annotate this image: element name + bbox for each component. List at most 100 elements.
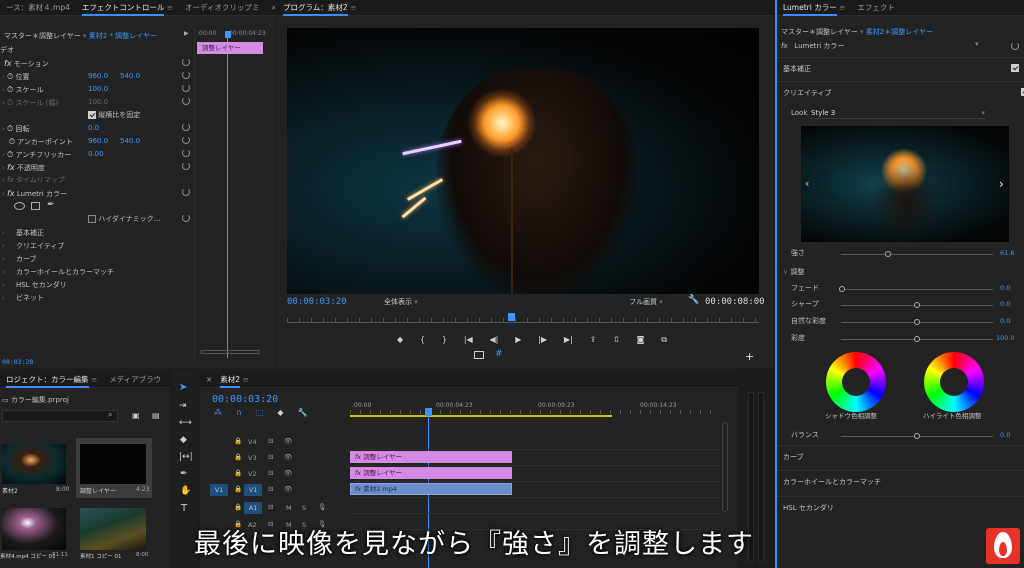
go-to-in-icon[interactable]: |◀ <box>464 335 473 347</box>
scrubber-playhead[interactable] <box>508 313 515 321</box>
quality-dropdown[interactable]: フル画質 ▾ <box>629 297 663 307</box>
export-frame-icon[interactable]: ◙ <box>637 335 645 347</box>
tab-source[interactable]: ース：素材４.mp4 <box>0 0 76 16</box>
sync-lock-icon[interactable]: ⊟ <box>268 485 273 493</box>
saturation-value[interactable]: 100.0 <box>996 332 1015 345</box>
balance-knob[interactable] <box>914 433 920 439</box>
track-name-a1[interactable]: A1 <box>244 502 262 514</box>
clip-adjustment-layer-v3[interactable]: fx 調整レイヤー <box>350 451 512 463</box>
play-icon[interactable]: ▶ <box>515 335 521 347</box>
eye-icon[interactable]: 👁 <box>284 469 292 477</box>
uniform-scale-checkbox[interactable] <box>88 111 96 119</box>
project-item[interactable]: 調整レイヤー 4:23 <box>76 438 152 498</box>
mini-playhead-marker[interactable] <box>225 31 231 38</box>
add-button-icon[interactable]: + <box>745 350 754 363</box>
work-area-bar[interactable] <box>350 415 612 417</box>
fade-value[interactable]: 0.0 <box>1000 282 1010 295</box>
go-to-out-icon[interactable]: ▶| <box>564 335 573 347</box>
reset-icon[interactable] <box>182 58 190 66</box>
eye-icon[interactable]: 👁 <box>284 485 292 493</box>
slip-tool-icon[interactable]: |↔| <box>179 452 193 462</box>
mark-in-icon[interactable]: { <box>420 335 425 347</box>
lumetri-row[interactable]: › fx Lumetri カラー <box>2 187 67 200</box>
lock-icon[interactable]: 🔒 <box>234 503 242 511</box>
lumetri-clip-selector[interactable]: マスター＊調整レイヤー ▾ 素材2＊調整レイヤー <box>781 26 933 39</box>
sync-lock-icon[interactable]: ⊟ <box>268 453 273 461</box>
position-x[interactable]: 960.0 <box>88 70 108 83</box>
program-timecode[interactable]: 00:00:03:20 <box>287 297 347 307</box>
reset-icon[interactable] <box>1011 42 1019 50</box>
saturation-slider[interactable] <box>841 336 993 342</box>
step-forward-icon[interactable]: |▶ <box>538 335 547 347</box>
source-patch-v1[interactable]: V1 <box>210 484 228 496</box>
track-name-v2[interactable]: V2 <box>248 470 257 478</box>
reset-icon[interactable] <box>182 97 190 105</box>
basic-correction-section[interactable]: 基本補正 <box>777 57 1024 79</box>
stopwatch-icon[interactable]: ⏱ <box>7 70 13 83</box>
snap-icon[interactable]: # <box>495 349 503 359</box>
scale-row[interactable]: › ⏱ スケール <box>2 83 44 96</box>
master-clip-label[interactable]: マスター＊調整レイヤー <box>4 32 81 40</box>
curves-section[interactable]: カーブ <box>777 445 1024 467</box>
mini-adjustment-layer-clip[interactable]: 調整レイヤー <box>197 42 263 54</box>
lock-icon[interactable]: 🔒 <box>234 469 242 477</box>
eye-icon[interactable]: 👁 <box>284 437 292 445</box>
pen-mask-icon[interactable]: ✒ <box>47 200 55 210</box>
sharpen-slider[interactable] <box>841 302 993 308</box>
sharpen-value[interactable]: 0.0 <box>1000 298 1010 311</box>
track-select-tool-icon[interactable]: ⇥ <box>179 401 187 411</box>
stopwatch-icon[interactable]: ⏱ <box>7 83 13 96</box>
lock-icon[interactable]: 🔒 <box>234 485 242 493</box>
look-prev-icon[interactable]: ‹ <box>805 177 809 190</box>
lock-icon[interactable]: 🔒 <box>234 453 242 461</box>
look-preview[interactable] <box>801 126 1009 242</box>
track-name-v4[interactable]: V4 <box>248 438 257 446</box>
solo-button[interactable]: S <box>302 504 306 512</box>
project-item[interactable]: 素材2 8:00 <box>0 438 70 498</box>
add-marker-icon[interactable]: ◆ <box>397 335 403 347</box>
basic-correction-checkbox[interactable] <box>1011 64 1019 72</box>
motion-row[interactable]: fx モーション <box>4 57 49 70</box>
reset-icon[interactable] <box>182 123 190 131</box>
clip-video-v1[interactable]: fx 素材2.mp4 <box>350 483 512 495</box>
project-item[interactable]: 素材1 コピー 01 8:00 <box>76 504 152 564</box>
reset-icon[interactable] <box>182 162 190 170</box>
program-video-frame[interactable] <box>287 28 759 294</box>
microphone-icon[interactable]: 🎙 <box>318 503 326 511</box>
tab-project[interactable]: ロジェクト：カラー編集 ≡ <box>0 372 103 388</box>
timeline-ruler[interactable]: :00:00 00:00:04:23 00:00:09:23 00:00:14:… <box>350 400 720 418</box>
rectangle-mask-icon[interactable] <box>31 202 40 210</box>
look-dropdown[interactable]: Style 3 ▾ <box>811 107 985 119</box>
mute-button[interactable]: M <box>286 504 292 512</box>
antiflicker-value[interactable]: 0.00 <box>88 148 104 161</box>
look-next-icon[interactable]: › <box>999 177 1004 191</box>
fit-dropdown[interactable]: 全体表示 ▾ <box>384 297 418 307</box>
stopwatch-icon[interactable]: ⏱ <box>7 148 13 161</box>
settings-icon[interactable]: 🔧 <box>298 408 308 418</box>
intensity-slider[interactable] <box>841 251 993 257</box>
reset-icon[interactable] <box>182 214 190 222</box>
hdr-row[interactable]: ハイダイナミック... <box>88 213 160 226</box>
razor-tool-icon[interactable]: ◆ <box>180 435 187 445</box>
reset-icon[interactable] <box>182 188 190 196</box>
reset-icon[interactable] <box>182 149 190 157</box>
new-item-icon[interactable]: ▤ <box>152 411 160 420</box>
uniform-scale-row[interactable]: 縦横比を固定 <box>88 109 140 122</box>
basic-correction-row[interactable]: › 基本補正 <box>2 227 44 240</box>
stopwatch-icon[interactable]: ⏱ <box>9 135 15 148</box>
magnet-snap-icon[interactable]: ∩ <box>236 408 242 418</box>
lift-icon[interactable]: ⇪ <box>590 335 597 347</box>
reset-icon[interactable] <box>182 84 190 92</box>
marker-icon[interactable]: ◆ <box>277 408 283 418</box>
project-item[interactable]: 素材4.mp4 コピー 01 31:11 <box>0 504 72 564</box>
linked-selection-icon[interactable]: ⬚ <box>256 408 264 418</box>
anchor-x[interactable]: 960.0 <box>88 135 108 148</box>
mini-zoom-scroll[interactable] <box>200 350 260 354</box>
tab-effect-controls[interactable]: エフェクトコントロール ≡ <box>76 0 179 16</box>
tab-effects[interactable]: エフェクト <box>851 0 901 16</box>
timeline-close-icon[interactable]: × <box>200 372 214 388</box>
rotation-value[interactable]: 0.0 <box>88 122 99 135</box>
step-back-icon[interactable]: ◀| <box>490 335 499 347</box>
fx-dropdown-chevron-icon[interactable]: ▾ <box>975 40 979 48</box>
play-arrow-icon[interactable]: ▶ <box>184 30 189 37</box>
